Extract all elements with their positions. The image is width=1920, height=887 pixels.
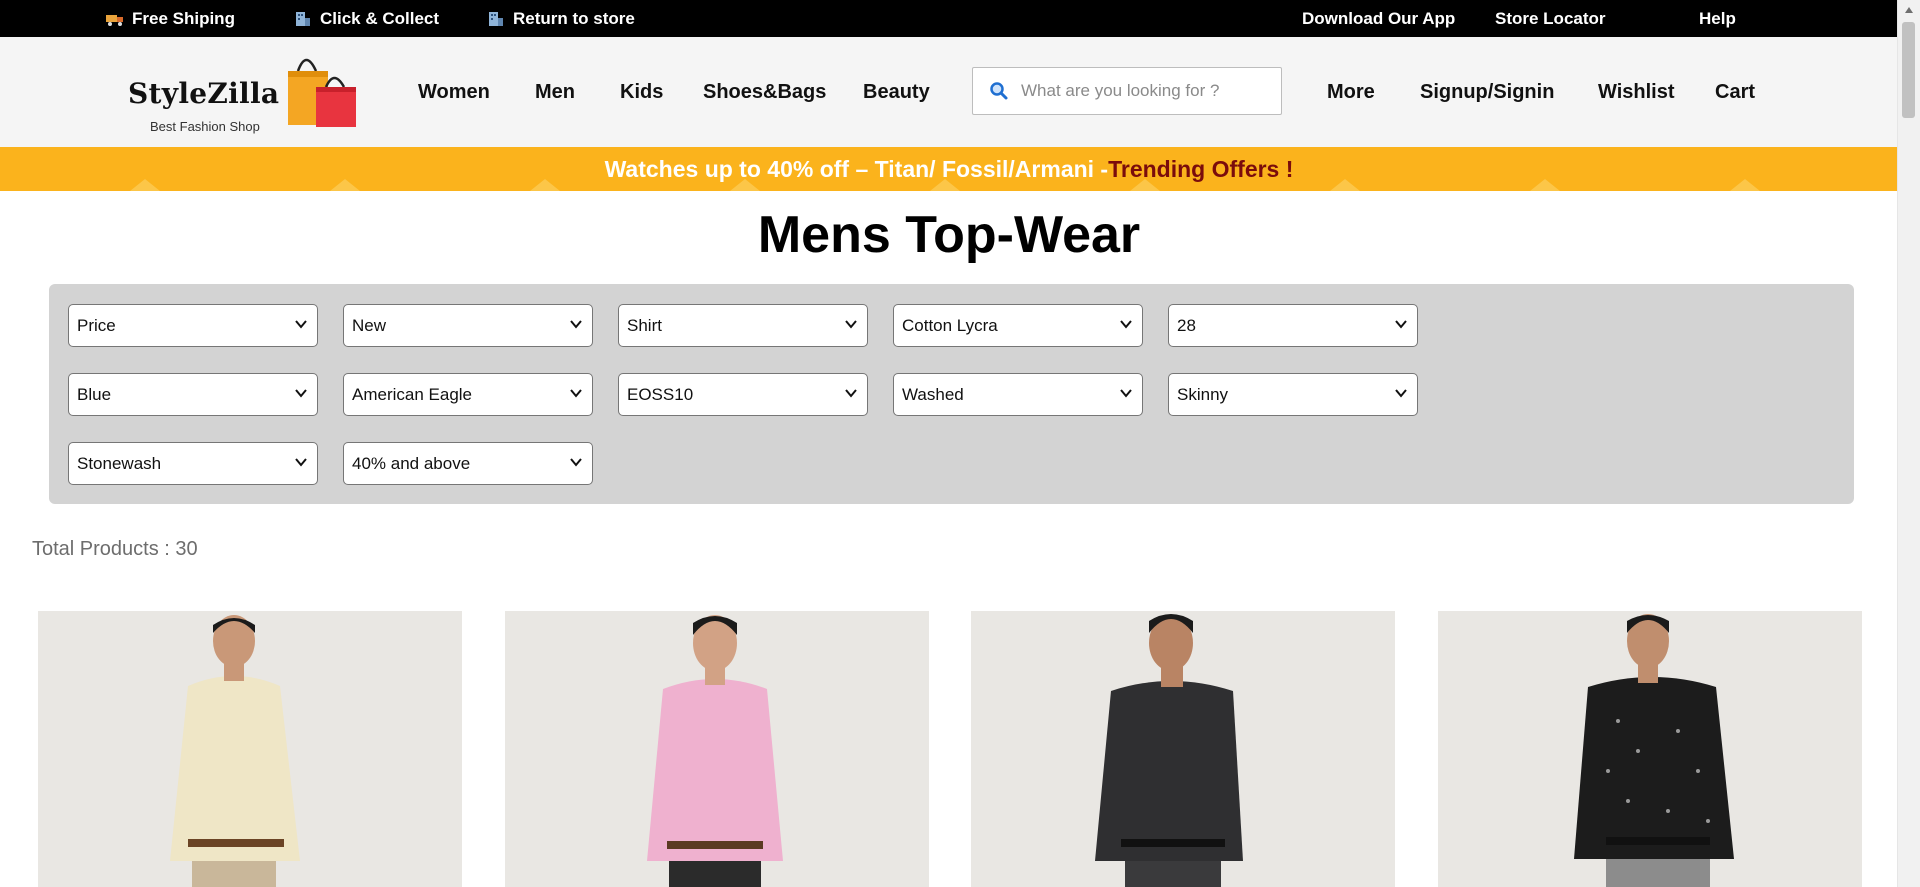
main-header: StyleZilla Best Fashion Shop Women Men K… [0, 37, 1898, 148]
filter-panel: Price New Shirt Cotton Lycra 28 Blue Ame… [49, 284, 1854, 504]
price-select[interactable]: Price [68, 304, 318, 347]
click-collect-label: Click & Collect [320, 8, 440, 28]
product-image [971, 611, 1395, 887]
shopping-bags-icon [288, 58, 356, 127]
promo-message: Watches up to 40% off – Titan/ Fossil/Ar… [604, 155, 1109, 182]
type-select[interactable]: Shirt [618, 304, 868, 347]
sale-filter[interactable]: EOSS10 [618, 373, 868, 416]
help-label: Help [1699, 8, 1736, 28]
product-image [505, 611, 929, 887]
finish-filter[interactable]: Washed [893, 373, 1143, 416]
wash-filter[interactable]: Stonewash [68, 442, 318, 485]
size-filter[interactable]: 28 [1168, 304, 1418, 347]
store-locator-label: Store Locator [1495, 8, 1606, 28]
free-shipping-label: Free Shiping [132, 8, 235, 28]
nav-beauty[interactable]: Beauty [863, 37, 930, 147]
total-products: Total Products : 30 [32, 538, 198, 560]
fabric-select[interactable]: Cotton Lycra [893, 304, 1143, 347]
scroll-thumb[interactable] [1902, 22, 1915, 118]
search-input[interactable] [1019, 80, 1273, 102]
nav-kids[interactable]: Kids [620, 37, 663, 147]
fit-select[interactable]: Skinny [1168, 373, 1418, 416]
logo[interactable]: StyleZilla Best Fashion Shop [128, 51, 360, 141]
search-box[interactable] [972, 67, 1282, 115]
color-select[interactable]: Blue [68, 373, 318, 416]
discount-select[interactable]: 40% and above [343, 442, 593, 485]
fabric-filter[interactable]: Cotton Lycra [893, 304, 1143, 347]
nav-men[interactable]: Men [535, 37, 575, 147]
logo-name: StyleZilla [128, 77, 280, 110]
fit-filter[interactable]: Skinny [1168, 373, 1418, 416]
wash-select[interactable]: Stonewash [68, 442, 318, 485]
vertical-scrollbar[interactable] [1897, 0, 1920, 887]
model-shirt [647, 679, 783, 861]
nav-women[interactable]: Women [418, 37, 490, 147]
product-image [38, 611, 462, 887]
click-collect-link[interactable]: Click & Collect [294, 0, 439, 37]
arrival-filter[interactable]: New [343, 304, 593, 347]
color-filter[interactable]: Blue [68, 373, 318, 416]
sale-select[interactable]: EOSS10 [618, 373, 868, 416]
discount-filter[interactable]: 40% and above [343, 442, 593, 485]
return-store-link[interactable]: Return to store [487, 0, 635, 37]
page-title: Mens Top-Wear [757, 206, 1141, 264]
model-shirt [170, 676, 300, 861]
promo-text: Watches up to 40% off – Titan/ Fossil/Ar… [605, 156, 1294, 183]
nav-wishlist[interactable]: Wishlist [1598, 37, 1675, 147]
product-card-4[interactable] [1438, 611, 1862, 887]
nav-more[interactable]: More [1327, 37, 1375, 147]
top-utility-bar: Free Shiping Click & Collect Return to s… [0, 0, 1898, 37]
product-image [1438, 611, 1862, 887]
model-shirt [1574, 677, 1734, 859]
search-icon [990, 82, 1008, 100]
nav-shoes-bags[interactable]: Shoes&Bags [703, 37, 826, 147]
brand-select[interactable]: American Eagle [343, 373, 593, 416]
brand-filter[interactable]: American Eagle [343, 373, 593, 416]
arrival-select[interactable]: New [343, 304, 593, 347]
nav-signup-signin[interactable]: Signup/Signin [1420, 37, 1554, 147]
promo-banner[interactable]: Watches up to 40% off – Titan/ Fossil/Ar… [0, 147, 1898, 191]
product-card-2[interactable] [505, 611, 929, 887]
store-icon [296, 11, 310, 26]
trending-offers-link[interactable]: Trending Offers ! [1108, 156, 1293, 182]
store-locator-link[interactable]: Store Locator [1495, 0, 1606, 37]
free-shipping-link[interactable]: Free Shiping [106, 0, 235, 37]
finish-select[interactable]: Washed [893, 373, 1143, 416]
size-select[interactable]: 28 [1168, 304, 1418, 347]
nav-cart[interactable]: Cart [1715, 37, 1755, 147]
model-shirt [1095, 681, 1243, 861]
type-filter[interactable]: Shirt [618, 304, 868, 347]
product-card-3[interactable] [971, 611, 1395, 887]
download-app-link[interactable]: Download Our App [1302, 0, 1455, 37]
scroll-up-arrow-icon[interactable] [1898, 0, 1920, 20]
download-app-label: Download Our App [1302, 8, 1456, 28]
logo-tagline: Best Fashion Shop [150, 119, 260, 134]
truck-icon [106, 14, 123, 26]
product-card-1[interactable] [38, 611, 462, 887]
price-filter[interactable]: Price [68, 304, 318, 347]
help-link[interactable]: Help [1699, 0, 1736, 37]
return-store-label: Return to store [513, 8, 635, 28]
store-icon [489, 11, 503, 26]
